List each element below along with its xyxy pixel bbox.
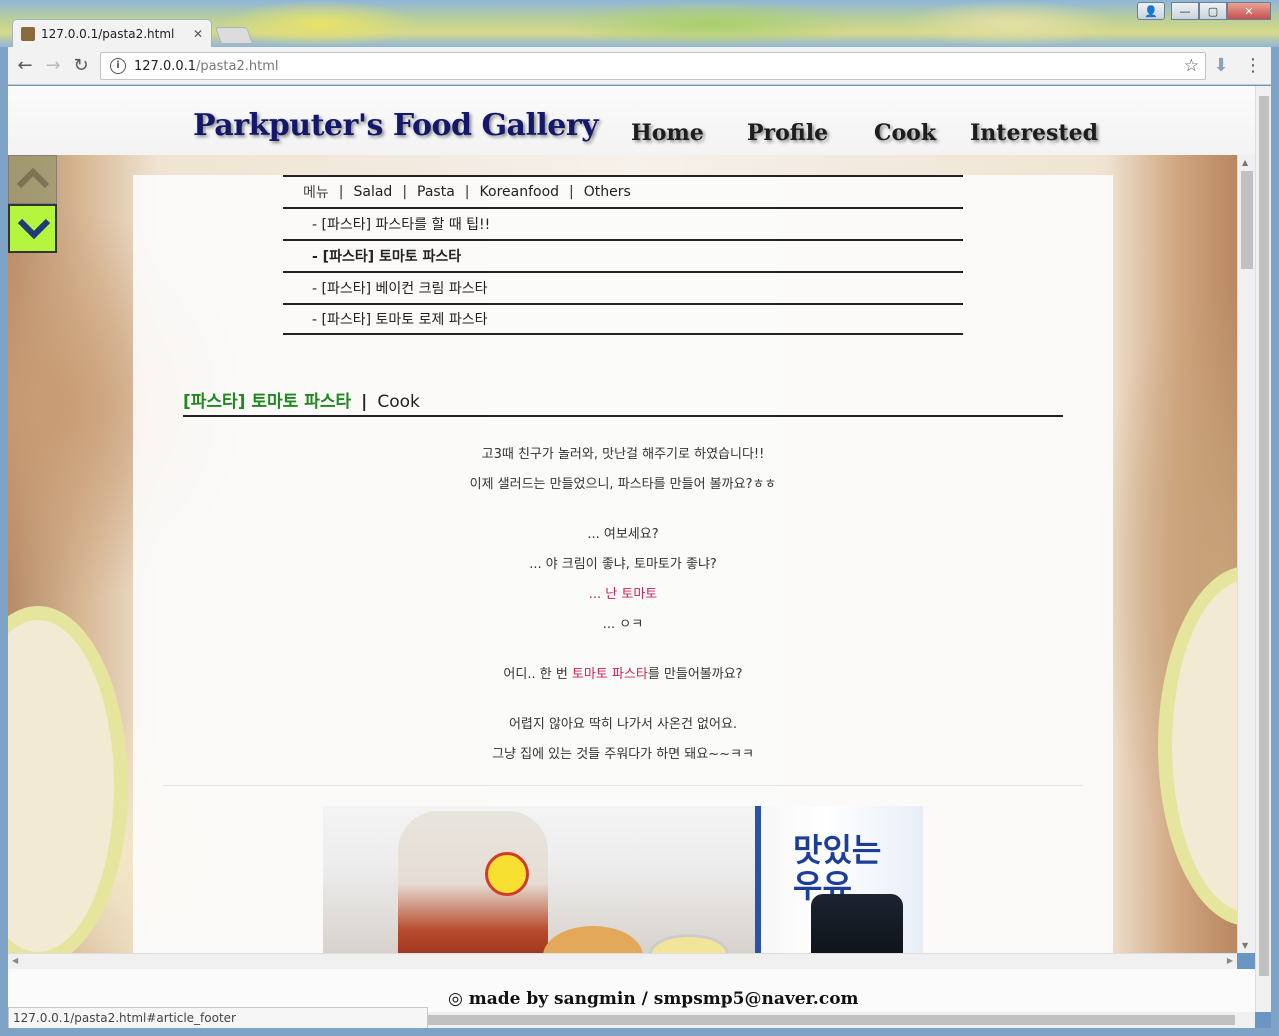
category-pasta[interactable]: Pasta [417, 184, 455, 200]
window-frame-left [0, 47, 8, 1028]
favicon-icon [21, 26, 35, 41]
article-photo: 맛있는 우유 [323, 806, 923, 953]
chevron-down-icon [17, 218, 51, 240]
article-line: 이제 샐러드는 만들었으니, 파스타를 만들어 볼까요?ㅎㅎ [469, 477, 777, 492]
nav-cook[interactable]: Cook [874, 120, 936, 146]
article-line: 고3때 친구가 놀러와, 맛난걸 해주기로 하였습니다!! [481, 447, 765, 462]
window-titlebar: 127.0.0.1/pasta2.html ✕ 👤 — ▢ ✕ [0, 0, 1279, 47]
article-line-highlight: ... 난 토마토 [588, 587, 658, 602]
article-category: [파스타] 토마토 파스타 [183, 392, 352, 412]
url-host: 127.0.0.1 [134, 58, 197, 74]
article-line: 어디.. 한 번 토마토 파스타를 만들어볼까요? [503, 667, 743, 682]
article-body: 고3때 친구가 놀러와, 맛난걸 해주기로 하였습니다!! 이제 샐러드는 만들… [163, 442, 1083, 772]
category-salad[interactable]: Salad [353, 184, 392, 200]
divider [163, 785, 1083, 786]
onion-image [543, 926, 643, 953]
forward-arrow-icon[interactable]: → [42, 55, 64, 77]
browser-tab[interactable]: 127.0.0.1/pasta2.html ✕ [12, 19, 212, 47]
maximize-button[interactable]: ▢ [1199, 2, 1227, 20]
submenu-item[interactable]: - [파스타] 토마토 로제 파스타 [283, 303, 963, 335]
nav-profile[interactable]: Profile [747, 120, 828, 146]
submenu: 메뉴 | Salad | Pasta | Koreanfood | Others… [283, 175, 963, 335]
article-line: ... 야 크림이 좋냐, 토마토가 좋냐? [529, 557, 717, 572]
download-icon[interactable]: ⬇ [1210, 55, 1232, 77]
article-line: 어렵지 않아요 딱히 나가서 사온건 없어요. [508, 717, 738, 732]
chevron-up-icon [16, 167, 50, 189]
inner-horizontal-scrollbar[interactable]: ◀ ▶ [8, 953, 1237, 969]
article-header: [파스타] 토마토 파스타 | Cook [183, 387, 1063, 417]
page-vertical-scrollbar[interactable] [1255, 86, 1271, 1012]
footer-credit: ◎ made by sangmin / smpsmp5@naver.com [448, 989, 859, 1009]
user-profile-button[interactable]: 👤 [1137, 2, 1165, 20]
submenu-item[interactable]: - [파스타] 파스타를 할 때 팁!! [283, 207, 963, 239]
page-scroll-thumb[interactable] [1259, 96, 1269, 976]
browser-toolbar: ← → ↻ i 127.0.0.1 /pasta2.html ☆ ⬇ ⋮ [8, 47, 1271, 85]
status-bar: 127.0.0.1/pasta2.html#article_footer [8, 1007, 428, 1029]
submenu-item[interactable]: - [파스타] 베이컨 크림 파스타 [283, 271, 963, 303]
menu-label: 메뉴 [303, 185, 329, 201]
page-viewport: Parkputer's Food Gallery Home Profile Co… [8, 86, 1255, 953]
dish-image [649, 934, 729, 953]
tab-title: 127.0.0.1/pasta2.html [41, 26, 175, 41]
article-line: ... ㅇㅋ [602, 617, 644, 632]
url-path: /pasta2.html [196, 58, 279, 74]
category-others[interactable]: Others [584, 184, 631, 200]
minimize-button[interactable]: — [1171, 2, 1199, 20]
category-bar: 메뉴 | Salad | Pasta | Koreanfood | Others [283, 175, 963, 207]
article-section: Cook [377, 392, 420, 412]
scroll-up-button[interactable] [8, 155, 57, 204]
nav-home[interactable]: Home [631, 120, 704, 146]
tab-close-icon[interactable]: ✕ [193, 27, 203, 41]
window-frame-right [1271, 47, 1279, 1028]
nav-interested[interactable]: Interested [970, 120, 1098, 146]
bottle-label-image [485, 852, 529, 896]
highlight-tomato-pasta: 토마토 파스타 [571, 667, 648, 682]
bookmark-star-icon[interactable]: ☆ [1184, 56, 1199, 76]
reload-icon[interactable]: ↻ [70, 55, 92, 77]
site-info-icon[interactable]: i [110, 58, 126, 74]
scroll-down-button[interactable] [8, 204, 57, 253]
article-line: ... 여보세요? [587, 527, 659, 542]
window-frame-bottom [0, 1028, 1279, 1036]
address-bar[interactable]: i 127.0.0.1 /pasta2.html ☆ [100, 52, 1206, 80]
soy-bottle-image [811, 894, 903, 953]
inner-scroll-thumb[interactable] [1241, 171, 1253, 269]
inner-vertical-scrollbar[interactable]: ▲ ▼ [1237, 155, 1255, 953]
category-koreanfood[interactable]: Koreanfood [480, 184, 560, 200]
submenu-item-active[interactable]: - [파스타] 토마토 파스타 [283, 239, 963, 271]
new-tab-button[interactable] [214, 27, 254, 44]
menu-kebab-icon[interactable]: ⋮ [1242, 55, 1264, 77]
close-window-button[interactable]: ✕ [1227, 2, 1271, 20]
site-title: Parkputer's Food Gallery [193, 108, 599, 143]
article-line: 그냥 집에 있는 것들 주워다가 하면 돼요~~ㅋㅋ [492, 747, 754, 762]
back-arrow-icon[interactable]: ← [14, 55, 36, 77]
